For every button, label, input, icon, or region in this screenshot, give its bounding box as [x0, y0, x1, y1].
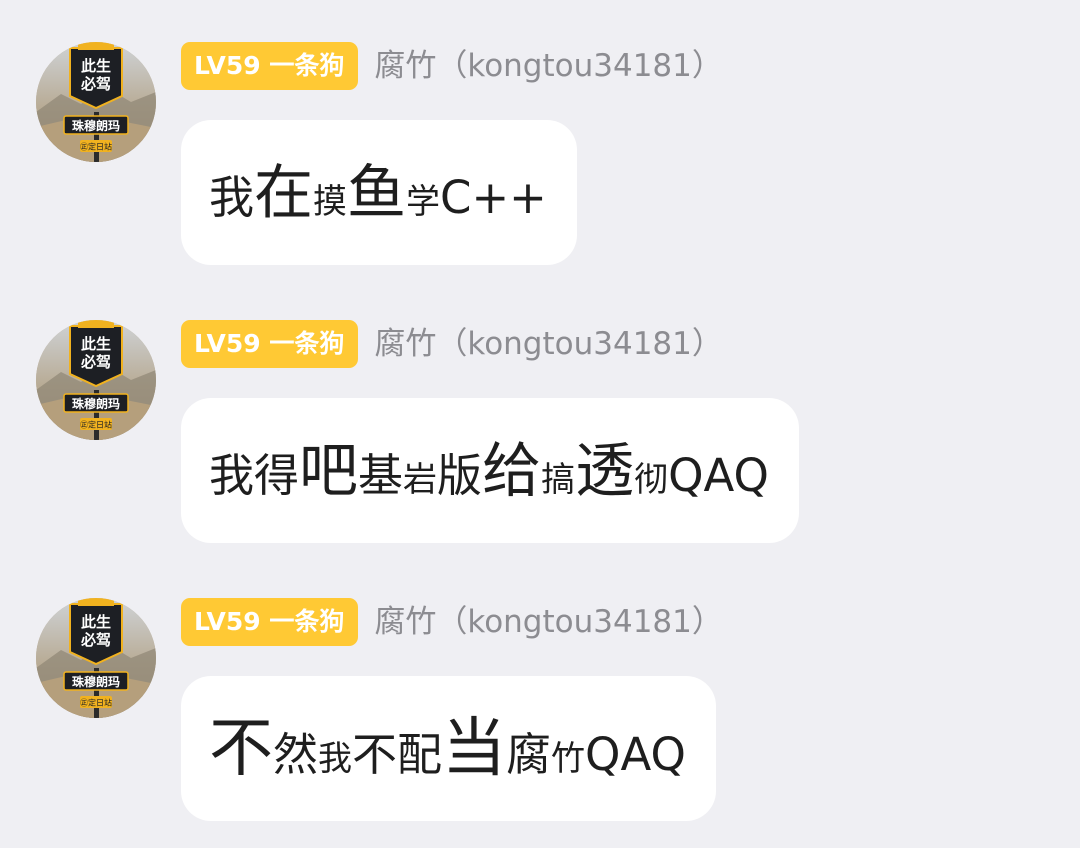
- message-bubble[interactable]: 我在摸鱼学 C++: [181, 120, 577, 265]
- message-text-segment: 腐: [506, 727, 552, 781]
- message-text-segment: 我: [318, 738, 353, 779]
- message-text: 我得吧基岩版给搞透彻 QAQ: [209, 441, 769, 500]
- svg-text:㊣定日站: ㊣定日站: [80, 698, 112, 708]
- avatar[interactable]: 此生 必驾 珠穆朗玛 ㊣定日站: [36, 598, 156, 718]
- message-text-segment: 吧: [299, 436, 359, 505]
- svg-text:珠穆朗玛: 珠穆朗玛: [72, 674, 120, 689]
- chat-message: 此生 必驾 珠穆朗玛 ㊣定日站 LV59 一条狗 腐竹（kongtou34181…: [0, 278, 1080, 548]
- svg-text:珠穆朗玛: 珠穆朗玛: [72, 118, 120, 133]
- avatar-image-icon: 此生 必驾 珠穆朗玛 ㊣定日站: [36, 320, 156, 440]
- message-text-segment: C++: [440, 171, 547, 224]
- message-text-segment: QAQ: [668, 449, 769, 502]
- avatar-image-icon: 此生 必驾 珠穆朗玛 ㊣定日站: [36, 598, 156, 718]
- message-header: LV59 一条狗 腐竹（kongtou34181）: [181, 598, 723, 646]
- message-text-segment: 当: [442, 711, 507, 786]
- chat-message: 此生 必驾 珠穆朗玛 ㊣定日站 LV59 一条狗 腐竹（kongtou34181…: [0, 556, 1080, 826]
- sender-nickname[interactable]: 腐竹（kongtou34181）: [374, 42, 723, 90]
- message-text: 我在摸鱼学 C++: [209, 163, 547, 222]
- message-text-segment: 我: [209, 171, 255, 224]
- avatar[interactable]: 此生 必驾 珠穆朗玛 ㊣定日站: [36, 320, 156, 440]
- message-bubble[interactable]: 不然我不配当腐竹 QAQ: [181, 676, 716, 821]
- svg-text:珠穆朗玛: 珠穆朗玛: [72, 396, 120, 411]
- svg-text:必驾: 必驾: [80, 353, 111, 371]
- message-text-segment: 不: [209, 711, 273, 786]
- message-bubble[interactable]: 我得吧基岩版给搞透彻 QAQ: [181, 398, 799, 543]
- sender-nickname[interactable]: 腐竹（kongtou34181）: [374, 320, 723, 368]
- svg-text:必驾: 必驾: [80, 75, 111, 93]
- message-header: LV59 一条狗 腐竹（kongtou34181）: [181, 42, 723, 90]
- level-badge[interactable]: LV59 一条狗: [181, 598, 359, 646]
- chat-message: 此生 必驾 珠穆朗玛 ㊣定日站 LV59 一条狗 腐竹（kongtou34181…: [0, 0, 1080, 270]
- svg-text:此生: 此生: [81, 57, 111, 75]
- message-text-segment: 搞: [541, 460, 576, 500]
- message-text-segment: QAQ: [585, 727, 686, 781]
- message-text-segment: 版: [437, 449, 483, 502]
- message-text-segment: 摸: [313, 182, 348, 222]
- sender-nickname[interactable]: 腐竹（kongtou34181）: [374, 598, 723, 646]
- message-text: 不然我不配当腐竹 QAQ: [209, 717, 686, 781]
- message-text-segment: 不配: [352, 727, 443, 781]
- message-text-segment: 给: [482, 436, 542, 505]
- svg-text:㊣定日站: ㊣定日站: [80, 420, 112, 430]
- message-text-segment: 岩: [403, 460, 438, 500]
- message-text-segment: 基: [358, 449, 404, 502]
- svg-text:此生: 此生: [81, 335, 111, 353]
- message-text-segment: 学: [406, 182, 441, 222]
- message-text-segment: 彻: [634, 460, 669, 500]
- level-badge[interactable]: LV59 一条狗: [181, 320, 359, 368]
- message-text-segment: 竹: [551, 738, 586, 779]
- avatar-image-icon: 此生 必驾 珠穆朗玛 ㊣定日站: [36, 42, 156, 162]
- svg-text:必驾: 必驾: [80, 631, 111, 649]
- avatar[interactable]: 此生 必驾 珠穆朗玛 ㊣定日站: [36, 42, 156, 162]
- message-text-segment: 透: [575, 436, 635, 505]
- message-text-segment: 我得: [209, 449, 300, 502]
- svg-text:㊣定日站: ㊣定日站: [80, 142, 112, 152]
- message-text-segment: 然: [273, 727, 319, 781]
- message-text-segment: 鱼: [347, 158, 407, 227]
- message-header: LV59 一条狗 腐竹（kongtou34181）: [181, 320, 723, 368]
- message-text-segment: 在: [254, 158, 314, 227]
- level-badge[interactable]: LV59 一条狗: [181, 42, 359, 90]
- svg-text:此生: 此生: [81, 613, 111, 631]
